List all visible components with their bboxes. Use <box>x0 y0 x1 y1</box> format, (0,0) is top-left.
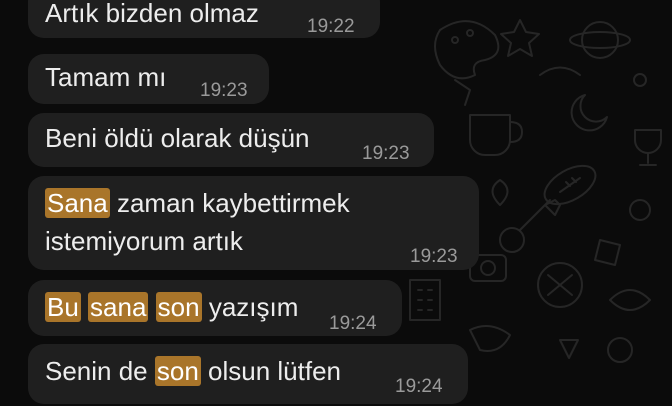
message-text: Artık bizden olmaz <box>45 0 259 32</box>
coffee-cup-icon <box>469 114 523 156</box>
message-text-part: yazışım <box>201 292 299 322</box>
message-timestamp: 19:23 <box>362 143 410 164</box>
message-bubble[interactable]: Sana zaman kaybettirmek istemiyorum artı… <box>28 176 479 270</box>
paint-palette-icon <box>434 20 500 80</box>
search-highlight: Sana <box>45 188 110 218</box>
trophy-icon <box>634 129 662 166</box>
search-highlight: son <box>154 356 201 386</box>
message-timestamp: 19:22 <box>307 16 355 37</box>
message-text: Beni öldü olarak düşün <box>45 119 310 157</box>
message-timestamp: 19:23 <box>410 246 458 267</box>
message-text-part: istemiyorum artık <box>45 226 243 256</box>
message-text-part <box>148 292 155 322</box>
message-bubble[interactable]: Tamam mı 19:23 <box>28 54 269 104</box>
message-text-part: olsun lütfen <box>200 356 342 386</box>
message-text-part: Tamam mı <box>45 62 167 92</box>
message-text-part <box>81 292 88 322</box>
message-text: Sana zaman kaybettirmek <box>45 184 350 222</box>
star-icon <box>500 19 540 57</box>
search-highlight: son <box>155 292 202 322</box>
message-bubble[interactable]: Bu sana son yazışım 19:24 <box>28 280 402 336</box>
planet-icon <box>569 21 631 59</box>
message-timestamp: 19:23 <box>200 80 248 101</box>
search-highlight: sana <box>88 292 149 322</box>
message-bubble[interactable]: Beni öldü olarak düşün 19:23 <box>28 113 434 167</box>
message-bubble[interactable]: Artık bizden olmaz 19:22 <box>28 0 380 38</box>
message-timestamp: 19:24 <box>395 376 443 397</box>
guitar-icon <box>499 199 561 253</box>
message-text-part: Senin de <box>45 356 155 386</box>
building-icon <box>409 279 441 321</box>
search-highlight: Bu <box>45 292 81 322</box>
moon-icon <box>570 94 608 132</box>
message-timestamp: 19:24 <box>329 313 377 334</box>
message-text: Senin de son olsun lütfen <box>45 352 341 390</box>
message-text: Tamam mı <box>45 58 166 96</box>
message-text: istemiyorum artık <box>45 222 243 260</box>
message-text-part: Beni öldü olarak düşün <box>45 123 310 153</box>
message-text: Bu sana son yazışım <box>45 288 298 326</box>
message-bubble[interactable]: Senin de son olsun lütfen 19:24 <box>28 344 468 404</box>
message-text-part: zaman kaybettirmek <box>109 188 350 218</box>
message-text-part: Artık bizden olmaz <box>45 0 259 28</box>
